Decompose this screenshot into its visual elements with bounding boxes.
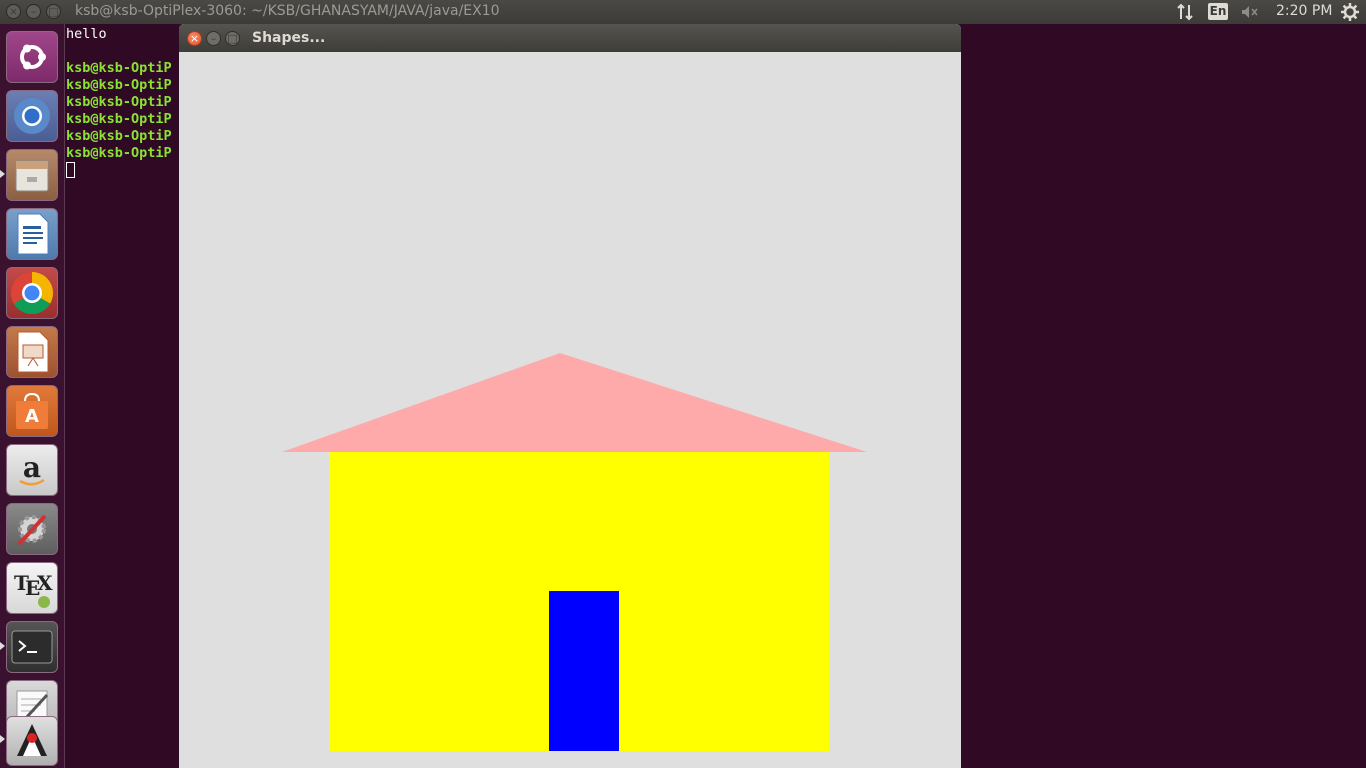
- tex-icon: TEX: [7, 563, 57, 613]
- texworks-button[interactable]: TEX: [6, 562, 58, 614]
- shapes-titlebar[interactable]: × – □ Shapes...: [179, 24, 961, 52]
- java-duke-icon: [7, 717, 57, 765]
- java-button[interactable]: [6, 716, 58, 766]
- svg-text:A: A: [25, 406, 39, 427]
- libreoffice-writer-button[interactable]: [6, 208, 58, 260]
- clock[interactable]: 2:20 PM: [1276, 3, 1332, 19]
- amazon-button[interactable]: a: [6, 444, 58, 496]
- terminal-prompt-line: ksb@ksb-OptiP: [66, 60, 172, 76]
- ubuntu-logo-icon: [7, 32, 57, 82]
- minimize-button[interactable]: –: [206, 31, 221, 46]
- svg-text:a: a: [23, 451, 41, 484]
- active-window-title: ksb@ksb-OptiPlex-3060: ~/KSB/GHANASYAM/J…: [75, 3, 500, 19]
- terminal-cursor: [66, 162, 75, 178]
- svg-text:X: X: [37, 571, 53, 595]
- shopping-bag-icon: A: [7, 386, 57, 436]
- chromium-icon: [7, 91, 57, 141]
- presentation-icon: [7, 327, 57, 377]
- settings-wrench-icon: [7, 504, 57, 554]
- terminal-line: hello: [66, 26, 107, 42]
- terminal-close-button[interactable]: ×: [6, 4, 21, 19]
- terminal-prompt-line: ksb@ksb-OptiP: [66, 128, 172, 144]
- terminal-prompt-line: ksb@ksb-OptiP: [66, 94, 172, 110]
- files-button[interactable]: [6, 149, 58, 201]
- house-door: [549, 591, 619, 751]
- file-cabinet-icon: [7, 150, 57, 200]
- running-indicator: [0, 170, 5, 178]
- ubuntu-dash-button[interactable]: [6, 31, 58, 83]
- running-indicator: [0, 642, 5, 650]
- chrome-icon: [7, 268, 57, 318]
- drawing-canvas: [179, 52, 961, 768]
- close-button[interactable]: ×: [187, 31, 202, 46]
- ubuntu-software-button[interactable]: A: [6, 385, 58, 437]
- network-updown-icon[interactable]: [1176, 3, 1196, 25]
- terminal-icon: [7, 622, 57, 672]
- system-settings-button[interactable]: [6, 503, 58, 555]
- terminal-output[interactable]: hello ksb@ksb-OptiP ksb@ksb-OptiP ksb@ksb-…: [66, 26, 172, 179]
- document-icon: [7, 209, 57, 259]
- terminal-minimize-button[interactable]: –: [26, 4, 41, 19]
- libreoffice-impress-button[interactable]: [6, 326, 58, 378]
- terminal-prompt-line: ksb@ksb-OptiP: [66, 77, 172, 93]
- top-panel: × – □ ksb@ksb-OptiPlex-3060: ~/KSB/GHANA…: [0, 0, 1366, 24]
- gear-icon[interactable]: [1340, 2, 1360, 26]
- maximize-button[interactable]: □: [225, 31, 240, 46]
- google-chrome-button[interactable]: [6, 267, 58, 319]
- terminal-maximize-button[interactable]: □: [46, 4, 61, 19]
- window-title: Shapes...: [252, 30, 326, 46]
- terminal-cursor-line: [66, 162, 172, 179]
- launcher: A a TEX: [0, 24, 65, 768]
- terminal-button[interactable]: [6, 621, 58, 673]
- terminal-prompt-line: ksb@ksb-OptiP: [66, 145, 172, 161]
- running-indicator: [0, 735, 5, 743]
- shapes-window[interactable]: × – □ Shapes...: [179, 24, 961, 768]
- chromium-button[interactable]: [6, 90, 58, 142]
- terminal-prompt-line: ksb@ksb-OptiP: [66, 111, 172, 127]
- amazon-icon: a: [7, 445, 57, 495]
- keyboard-language-indicator[interactable]: En: [1208, 3, 1228, 20]
- volume-muted-icon[interactable]: [1240, 3, 1260, 25]
